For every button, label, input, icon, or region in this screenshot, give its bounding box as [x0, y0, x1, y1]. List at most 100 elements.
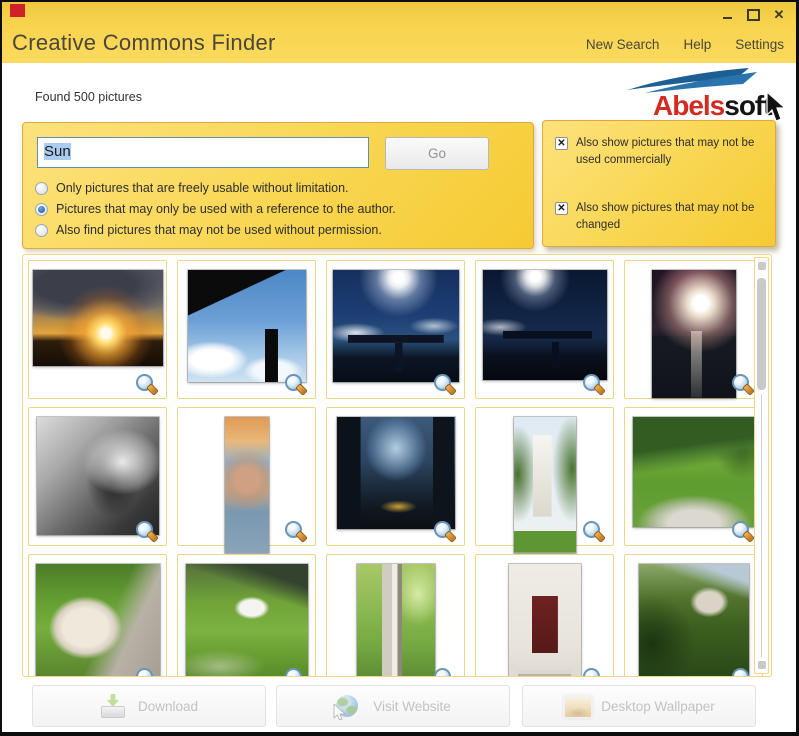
app-title: Creative Commons Finder	[12, 30, 276, 56]
photo-thumbnail	[652, 270, 736, 398]
photo-thumbnail	[188, 270, 306, 382]
cursor-arrow-icon	[765, 92, 787, 122]
menu-item-new-search[interactable]: New Search	[586, 37, 660, 52]
result-card[interactable]	[475, 407, 614, 546]
magnifier-handle	[593, 530, 606, 543]
photo-thumbnail	[333, 270, 459, 382]
photo-thumbnail	[33, 270, 163, 366]
result-card[interactable]	[475, 260, 614, 399]
app-window: ✕ Creative Commons Finder New Search Hel…	[0, 0, 799, 736]
license-option-label: Pictures that may only be used with a re…	[56, 202, 396, 216]
photo-thumbnail	[483, 270, 607, 380]
checkbox-icon: ✕	[555, 137, 568, 150]
radio-icon	[35, 182, 48, 195]
logo-text: Abelssoft	[653, 90, 772, 122]
result-card[interactable]	[326, 407, 465, 546]
filter-nochange[interactable]: ✕ Also show pictures that may not be cha…	[555, 200, 765, 235]
magnifier-handle	[742, 383, 755, 396]
search-panel: Sun Go Only pictures that are freely usa…	[22, 122, 534, 249]
photo-thumbnail	[225, 417, 269, 553]
results-count: Found 500 pictures	[35, 90, 142, 104]
checkbox-icon: ✕	[555, 202, 568, 215]
result-card[interactable]	[177, 260, 316, 399]
magnifier-icon[interactable]	[285, 668, 306, 677]
results-grid	[28, 260, 763, 677]
visit-website-label: Visit Website	[373, 699, 451, 714]
results-scrollbar[interactable]	[754, 257, 769, 674]
selected-query-text: Sun	[44, 143, 71, 160]
desktop-wallpaper-label: Desktop Wallpaper	[601, 699, 715, 714]
magnifier-handle	[146, 530, 159, 543]
menu-item-help[interactable]: Help	[683, 37, 711, 52]
download-label: Download	[138, 699, 198, 714]
magnifier-icon[interactable]	[732, 521, 753, 542]
filter-noncommercial[interactable]: ✕ Also show pictures that may not be use…	[555, 135, 765, 170]
magnifier-handle	[444, 383, 457, 396]
magnifier-icon[interactable]	[136, 374, 157, 395]
license-option-label: Also find pictures that may not be used …	[56, 223, 382, 237]
download-icon	[100, 694, 126, 718]
license-option-free[interactable]: Only pictures that are freely usable wit…	[35, 181, 533, 195]
visit-website-button[interactable]: Visit Website	[276, 685, 510, 727]
globe-icon	[335, 694, 361, 718]
magnifier-icon[interactable]	[285, 521, 306, 542]
magnifier-icon[interactable]	[136, 668, 157, 677]
result-card[interactable]	[624, 407, 763, 546]
desktop-wallpaper-button[interactable]: Desktop Wallpaper	[522, 685, 756, 727]
magnifier-icon[interactable]	[285, 374, 306, 395]
result-card[interactable]	[177, 407, 316, 546]
result-card[interactable]	[177, 554, 316, 677]
magnifier-icon[interactable]	[434, 521, 455, 542]
close-button[interactable]: ✕	[772, 8, 786, 22]
magnifier-icon[interactable]	[583, 374, 604, 395]
result-card[interactable]	[28, 260, 167, 399]
photo-thumbnail	[639, 564, 749, 676]
magnifier-lens	[285, 668, 302, 677]
license-option-attribution[interactable]: Pictures that may only be used with a re…	[35, 202, 533, 216]
photo-thumbnail	[186, 564, 308, 677]
go-button[interactable]: Go	[385, 137, 489, 170]
license-options: Only pictures that are freely usable wit…	[35, 181, 533, 237]
radio-icon	[35, 203, 48, 216]
wallpaper-icon	[563, 694, 589, 718]
search-input[interactable]: Sun	[37, 137, 369, 168]
window-controls: ✕	[720, 8, 786, 22]
photo-thumbnail	[357, 564, 435, 677]
result-card[interactable]	[624, 260, 763, 399]
result-card[interactable]	[28, 554, 167, 677]
filter-label: Also show pictures that may not be used …	[576, 135, 765, 170]
magnifier-icon[interactable]	[732, 668, 753, 677]
magnifier-lens	[136, 668, 153, 677]
photo-thumbnail	[514, 417, 576, 553]
magnifier-handle	[146, 383, 159, 396]
magnifier-lens	[732, 668, 749, 677]
magnifier-icon[interactable]	[136, 521, 157, 542]
result-card[interactable]	[326, 554, 465, 677]
magnifier-handle	[593, 383, 606, 396]
download-button[interactable]: Download	[32, 685, 266, 727]
photo-thumbnail	[337, 417, 455, 529]
license-option-label: Only pictures that are freely usable wit…	[56, 181, 349, 195]
license-option-restricted[interactable]: Also find pictures that may not be used …	[35, 223, 533, 237]
scroll-down-button[interactable]	[758, 661, 766, 669]
scroll-up-button[interactable]	[758, 262, 766, 270]
magnifier-icon[interactable]	[732, 374, 753, 395]
magnifier-icon[interactable]	[583, 521, 604, 542]
maximize-button[interactable]	[746, 8, 760, 22]
scrollbar-thumb[interactable]	[757, 278, 766, 390]
result-card[interactable]	[475, 554, 614, 677]
photo-thumbnail	[36, 564, 160, 677]
magnifier-lens	[434, 668, 451, 677]
magnifier-icon[interactable]	[434, 374, 455, 395]
minimize-button[interactable]	[720, 8, 734, 22]
filter-panel: ✕ Also show pictures that may not be use…	[542, 120, 776, 247]
result-card[interactable]	[326, 260, 465, 399]
title-menu: New Search Help Settings	[586, 37, 784, 52]
result-card[interactable]	[28, 407, 167, 546]
photo-thumbnail	[633, 417, 755, 527]
result-card[interactable]	[624, 554, 763, 677]
magnifier-icon[interactable]	[583, 668, 604, 677]
abelssoft-logo[interactable]: Abelssoft	[615, 66, 787, 124]
magnifier-icon[interactable]	[434, 668, 455, 677]
menu-item-settings[interactable]: Settings	[735, 37, 784, 52]
